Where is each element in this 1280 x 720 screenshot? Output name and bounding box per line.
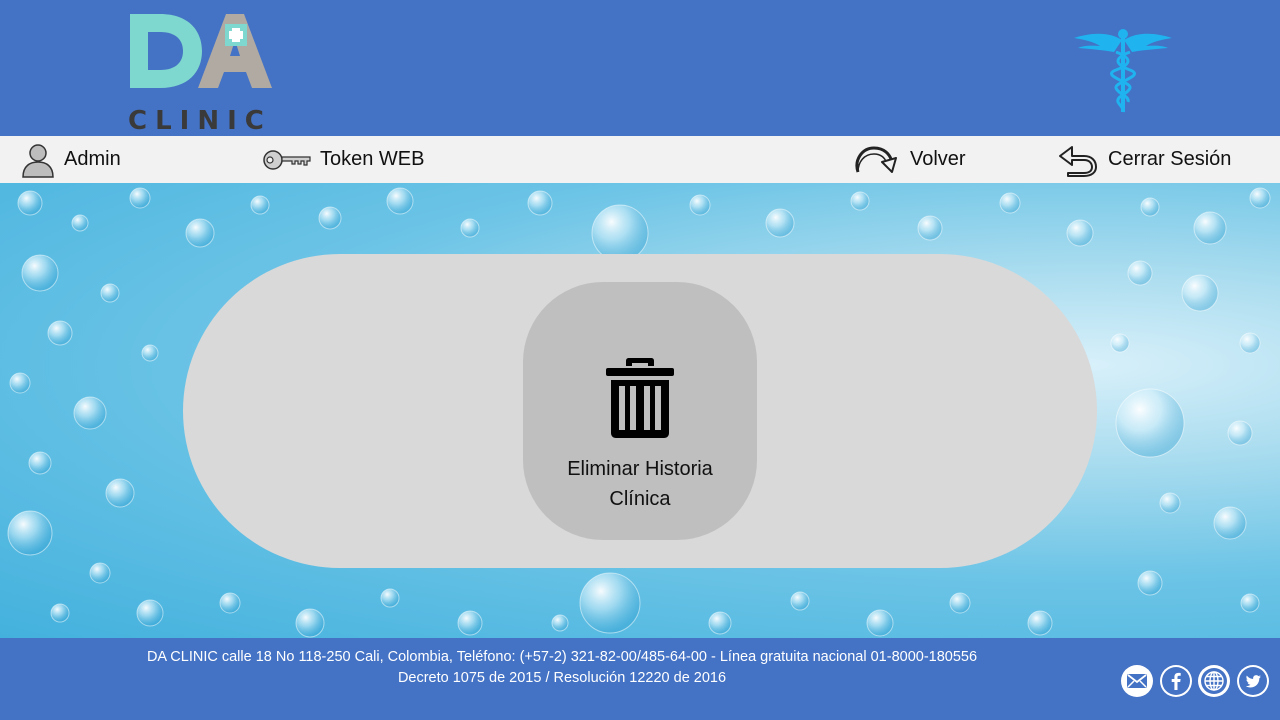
nav-logout[interactable]: Cerrar Sesión: [1058, 136, 1231, 183]
nav-volver-label: Volver: [910, 148, 966, 170]
trash-icon: [605, 356, 675, 443]
nav-admin-label: Admin: [64, 148, 121, 170]
nav-token-label: Token WEB: [320, 148, 425, 170]
footer-address: DA CLINIC calle 18 No 118-250 Cali, Colo…: [146, 649, 978, 665]
navbar: Admin Token WEB Volver Cerrar Sesión: [0, 136, 1280, 183]
facebook-icon[interactable]: [1160, 665, 1192, 697]
caduceus-icon: [1074, 29, 1172, 113]
globe-icon[interactable]: [1198, 665, 1230, 697]
redo-arrow-icon: [852, 142, 898, 178]
logo-letters-graphic: [130, 14, 272, 88]
da-clinic-logo[interactable]: CLINIC: [126, 10, 276, 136]
footer: DA CLINIC calle 18 No 118-250 Cali, Colo…: [0, 638, 1280, 720]
delete-medical-record-button[interactable]: Eliminar Historia Clínica: [523, 282, 757, 540]
user-icon: [20, 142, 56, 178]
key-icon: [262, 148, 312, 172]
nav-admin[interactable]: Admin: [20, 136, 121, 183]
footer-legal: Decreto 1075 de 2015 / Resolución 12220 …: [397, 670, 727, 686]
label-line1: Eliminar Historia: [567, 458, 713, 480]
return-arrow-icon: [1058, 143, 1098, 177]
label-line2: Clínica: [609, 488, 671, 510]
options-panel: Eliminar Historia Clínica: [183, 254, 1097, 568]
twitter-icon[interactable]: [1237, 665, 1269, 697]
logo-subtitle: CLINIC: [128, 106, 272, 136]
header: CLINIC: [0, 0, 1280, 136]
nav-logout-label: Cerrar Sesión: [1108, 148, 1232, 170]
main-content: Eliminar Historia Clínica: [0, 183, 1280, 638]
nav-token-web[interactable]: Token WEB: [262, 136, 424, 183]
mail-icon[interactable]: [1121, 665, 1153, 697]
delete-medical-record-label: Eliminar Historia Clínica: [523, 454, 757, 514]
nav-volver[interactable]: Volver: [852, 136, 966, 183]
